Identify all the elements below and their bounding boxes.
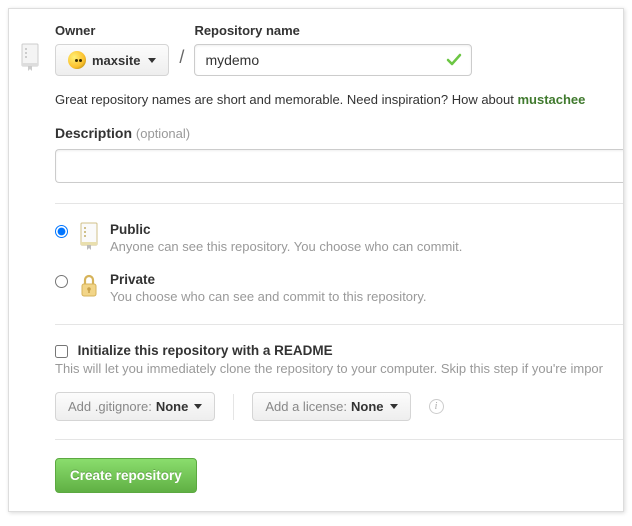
license-prefix: Add a license:	[265, 399, 347, 414]
name-suggestion-link[interactable]: mustachee	[517, 92, 585, 107]
create-repository-button[interactable]: Create repository	[55, 458, 197, 493]
separator-3	[55, 439, 624, 440]
description-label-row: Description (optional)	[55, 125, 623, 141]
license-value: None	[351, 399, 384, 414]
caret-down-icon	[194, 404, 202, 409]
gitignore-value: None	[156, 399, 189, 414]
hint-text: Great repository names are short and mem…	[55, 92, 517, 107]
description-input[interactable]	[55, 149, 624, 183]
description-label: Description	[55, 125, 132, 141]
gitignore-dropdown-button[interactable]: Add .gitignore: None	[55, 392, 215, 421]
repo-name-input[interactable]	[194, 44, 472, 76]
name-row: Owner maxsite / Repository name	[55, 23, 623, 76]
caret-down-icon	[390, 404, 398, 409]
owner-dropdown-button[interactable]: maxsite	[55, 44, 169, 76]
owner-avatar-icon	[68, 51, 86, 69]
owner-name: maxsite	[92, 53, 140, 68]
valid-check-icon	[446, 52, 462, 68]
public-radio[interactable]	[55, 225, 68, 238]
repo-name-field: Repository name	[194, 23, 472, 76]
caret-down-icon	[148, 58, 156, 63]
lock-icon	[78, 272, 100, 300]
options-row: Add .gitignore: None Add a license: None…	[55, 392, 623, 421]
separator-1	[55, 203, 624, 204]
private-radio[interactable]	[55, 275, 68, 288]
owner-field: Owner maxsite	[55, 23, 169, 76]
license-dropdown-button[interactable]: Add a license: None	[252, 392, 410, 421]
repo-public-icon	[78, 222, 100, 250]
public-subtitle: Anyone can see this repository. You choo…	[110, 239, 462, 254]
private-title: Private	[110, 272, 427, 287]
initialize-subtitle: This will let you immediately clone the …	[55, 361, 623, 376]
owner-repo-separator: /	[169, 47, 194, 76]
initialize-row: Initialize this repository with a README…	[55, 325, 623, 376]
description-optional: (optional)	[136, 126, 190, 141]
visibility-public-row[interactable]: Public Anyone can see this repository. Y…	[55, 222, 623, 254]
repo-name-label: Repository name	[194, 23, 472, 38]
create-repository-form: Owner maxsite / Repository name Great re…	[8, 8, 624, 512]
gitignore-prefix: Add .gitignore:	[68, 399, 152, 414]
visibility-private-row[interactable]: Private You choose who can see and commi…	[55, 272, 623, 304]
initialize-readme-checkbox[interactable]	[55, 345, 68, 358]
name-hint: Great repository names are short and mem…	[55, 92, 623, 107]
repo-side-icon	[19, 43, 41, 71]
public-title: Public	[110, 222, 462, 237]
initialize-title: Initialize this repository with a README	[78, 343, 333, 358]
license-info-icon[interactable]: i	[429, 399, 444, 414]
vertical-divider	[233, 394, 234, 420]
owner-label: Owner	[55, 23, 169, 38]
private-subtitle: You choose who can see and commit to thi…	[110, 289, 427, 304]
